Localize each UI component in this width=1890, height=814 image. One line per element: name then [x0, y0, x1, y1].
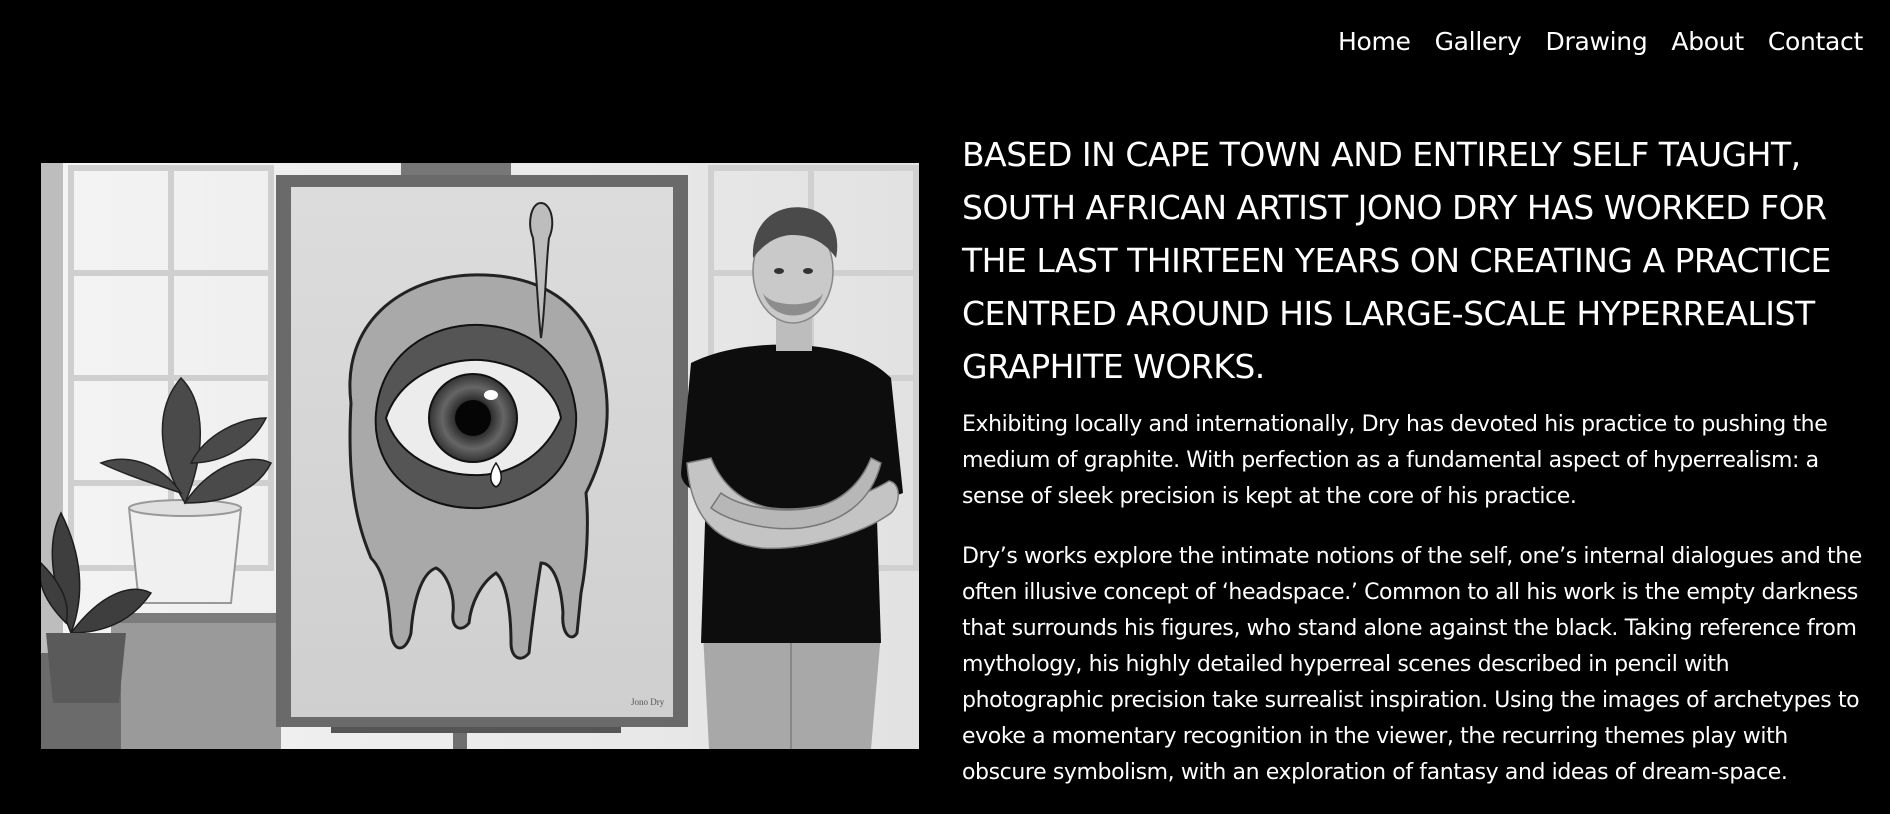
artist-photo-illustration: Jono Dry	[41, 163, 919, 749]
main-nav: Home Gallery Drawing About Contact	[1338, 24, 1863, 60]
about-section: BASED IN CAPE TOWN AND ENTIRELY SELF TAU…	[962, 128, 1862, 791]
svg-text:Jono Dry: Jono Dry	[631, 697, 665, 707]
nav-drawing-link[interactable]: Drawing	[1546, 24, 1648, 60]
nav-contact-link[interactable]: Contact	[1768, 24, 1863, 60]
nav-about-link[interactable]: About	[1671, 24, 1744, 60]
about-paragraph-1: Exhibiting locally and internationally, …	[962, 412, 1828, 509]
about-paragraph-2: Dry’s works explore the intimate notions…	[962, 544, 1862, 785]
nav-gallery-link[interactable]: Gallery	[1435, 24, 1522, 60]
about-headline: BASED IN CAPE TOWN AND ENTIRELY SELF TAU…	[962, 135, 1831, 386]
artist-photo: Jono Dry	[41, 163, 919, 749]
nav-home-link[interactable]: Home	[1338, 24, 1411, 60]
